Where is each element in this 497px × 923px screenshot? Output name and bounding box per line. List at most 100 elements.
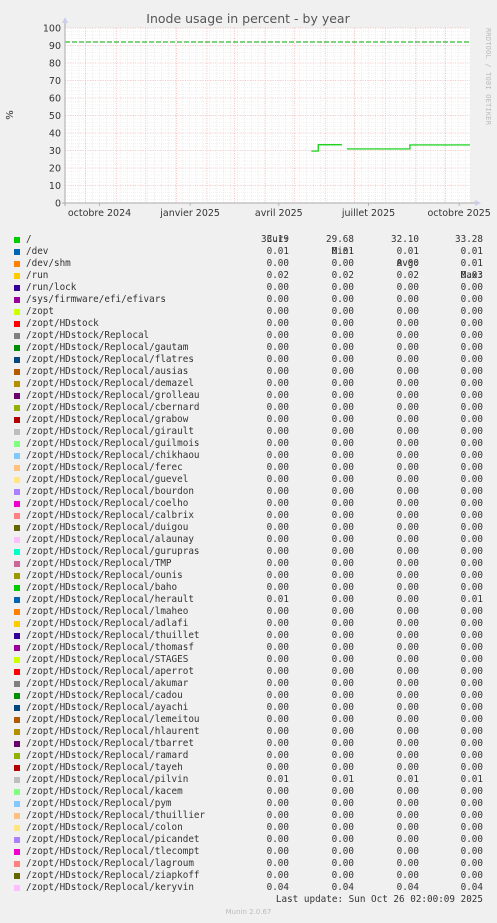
legend-max: 0.00: [460, 666, 483, 677]
legend-swatch: [14, 633, 20, 639]
legend-cur: 0.00: [266, 474, 289, 485]
legend-min: 0.00: [331, 558, 354, 569]
legend-max: 0.00: [460, 858, 483, 869]
legend-cur: 0.02: [266, 270, 289, 281]
legend-avg: 0.00: [396, 594, 419, 605]
legend-max: 0.00: [460, 810, 483, 821]
legend-cur: 0.00: [266, 870, 289, 881]
legend-min: 0.00: [331, 498, 354, 509]
legend-avg: 0.01: [396, 246, 419, 257]
legend-cur: 0.00: [266, 414, 289, 425]
legend-min: 0.00: [331, 690, 354, 701]
legend-name: /zopt/HDstock/Replocal: [26, 330, 150, 341]
legend-max: 0.00: [460, 318, 483, 329]
legend-min: 0.00: [331, 546, 354, 557]
legend-max: 0.00: [460, 450, 483, 461]
legend-name: /zopt/HDstock/Replocal/tlecompt: [26, 846, 200, 857]
legend-min: 0.00: [331, 786, 354, 797]
legend-avg: 0.00: [396, 642, 419, 653]
legend-max: 0.00: [460, 726, 483, 737]
legend-min: 0.00: [331, 870, 354, 881]
legend-min: 0.00: [331, 534, 354, 545]
legend-avg: 0.00: [396, 426, 419, 437]
legend-cur: 0.00: [266, 390, 289, 401]
legend-cur: 0.00: [266, 438, 289, 449]
legend-max: 0.00: [460, 294, 483, 305]
legend-name: /zopt/HDstock/Replocal/pilvin: [26, 774, 189, 785]
legend-cur: 0.00: [266, 570, 289, 581]
legend-avg: 0.02: [396, 270, 419, 281]
legend-max: 0.00: [460, 846, 483, 857]
generator-credit: Munin 2.0.67: [225, 908, 272, 916]
legend-row: /zopt/HDstock/Replocal 0.00 0.00 0.00 0.00: [0, 330, 497, 342]
legend-min: 0.00: [331, 390, 354, 401]
legend-min: 0.00: [331, 342, 354, 353]
legend-row: /zopt/HDstock/Replocal/girault 0.00 0.00 0.…: [0, 426, 497, 438]
legend-row: /zopt/HDstock/Replocal/aperrot 0.00 0.00 0.…: [0, 666, 497, 678]
legend-avg: 0.00: [396, 546, 419, 557]
legend-row: /zopt/HDstock/Replocal/colon 0.00 0.00 0.00…: [0, 822, 497, 834]
legend-swatch: [14, 345, 20, 351]
legend-max: 0.00: [460, 618, 483, 629]
x-tick-label: juillet 2025: [341, 208, 395, 219]
legend-max: 0.00: [460, 486, 483, 497]
legend-name: /zopt/HDstock: [26, 318, 99, 329]
legend-name: /zopt: [26, 306, 54, 317]
legend-min: 0.00: [331, 846, 354, 857]
legend-row: /zopt/HDstock/Replocal/thomasf 0.00 0.00 0.…: [0, 642, 497, 654]
legend-min: 0.00: [331, 522, 354, 533]
legend-min: 0.00: [331, 450, 354, 461]
legend-max: 0.00: [460, 642, 483, 653]
legend-name: /zopt/HDstock/Replocal/demazel: [26, 378, 194, 389]
x-tick-label: avril 2025: [255, 208, 303, 219]
legend-max: 0.00: [460, 570, 483, 581]
x-tick-label: janvier 2025: [159, 208, 220, 219]
legend-cur: 0.00: [266, 678, 289, 689]
legend-avg: 0.00: [396, 534, 419, 545]
legend-min: 0.00: [331, 318, 354, 329]
legend-name: /zopt/HDstock/Replocal/ferec: [26, 462, 183, 473]
legend-avg: 0.00: [396, 702, 419, 713]
legend-min: 0.00: [331, 606, 354, 617]
legend-avg: 0.00: [396, 318, 419, 329]
legend-row: /zopt/HDstock/Replocal/chikhaou 0.00 0.00 0…: [0, 450, 497, 462]
legend-max: 0.00: [460, 522, 483, 533]
legend-max: 0.00: [460, 366, 483, 377]
legend-avg: 0.00: [396, 258, 419, 269]
legend-max: 0.00: [460, 702, 483, 713]
legend-avg: 0.00: [396, 822, 419, 833]
legend-cur: 0.00: [266, 642, 289, 653]
legend-swatch: [14, 333, 20, 339]
legend-row: /zopt/HDstock/Replocal/lmaheo 0.00 0.00 0.0…: [0, 606, 497, 618]
legend-min: 0.02: [331, 270, 354, 281]
legend-max: 0.00: [460, 714, 483, 725]
legend-name: /zopt/HDstock/Replocal/alaunay: [26, 534, 194, 545]
legend-cur: 0.00: [266, 666, 289, 677]
legend-avg: 0.00: [396, 474, 419, 485]
legend-cur: 0.00: [266, 786, 289, 797]
legend-name: /run: [26, 270, 49, 281]
legend-name: /zopt/HDstock/Replocal/TMP: [26, 558, 172, 569]
legend-cur: 0.00: [266, 618, 289, 629]
legend-avg: 0.00: [396, 402, 419, 413]
legend-name: /zopt/HDstock/Replocal/keryvin: [26, 882, 194, 893]
legend-row: /zopt/HDstock/Replocal/cadou 0.00 0.00 0.00…: [0, 690, 497, 702]
legend-cur: 0.00: [266, 714, 289, 725]
legend-name: /zopt/HDstock/Replocal/adlafi: [26, 618, 189, 629]
legend-min: 0.00: [331, 726, 354, 737]
legend-min: 0.00: [331, 570, 354, 581]
legend-row: /zopt/HDstock/Replocal/ounis 0.00 0.00 0.00…: [0, 570, 497, 582]
legend-swatch: [14, 669, 20, 675]
legend-name: /zopt/HDstock/Replocal/ziapkoff: [26, 870, 200, 881]
legend-row: /zopt/HDstock/Replocal/lemeitou 0.00 0.00 0…: [0, 714, 497, 726]
legend-swatch: [14, 513, 20, 519]
legend-row: /zopt/HDstock/Replocal/gurupras 0.00 0.00 0…: [0, 546, 497, 558]
legend-swatch: [14, 825, 20, 831]
legend-min: 0.01: [331, 246, 354, 257]
legend-max: 0.01: [460, 258, 483, 269]
legend-cur: 0.00: [266, 822, 289, 833]
legend-cur: 0.00: [266, 378, 289, 389]
legend-min: 0.00: [331, 510, 354, 521]
legend-name: /zopt/HDstock/Replocal/girault: [26, 426, 194, 437]
legend-min: 0.00: [331, 414, 354, 425]
